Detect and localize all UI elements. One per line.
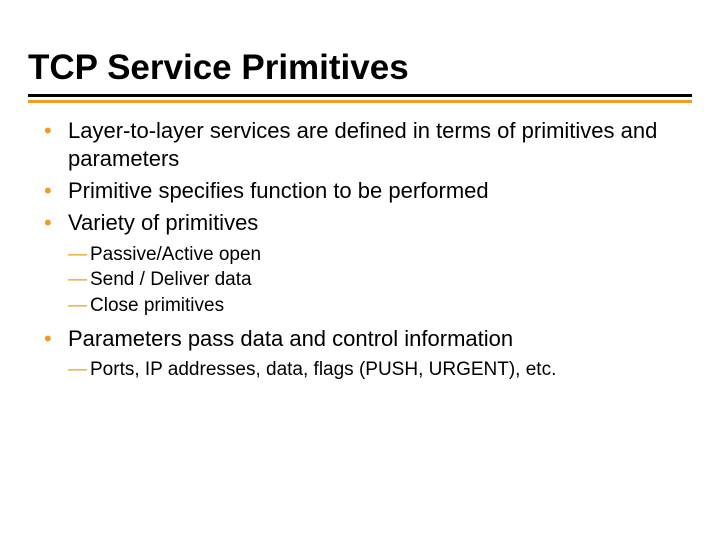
bullet-text: Variety of primitives <box>68 210 258 235</box>
bullet-text: Primitive specifies function to be perfo… <box>68 178 489 203</box>
slide: TCP Service Primitives Layer-to-layer se… <box>0 0 720 540</box>
sub-item: —Close primitives <box>90 293 692 319</box>
bullet-item: Parameters pass data and control informa… <box>68 325 692 383</box>
title-rule-black <box>28 94 692 97</box>
sub-text: Close primitives <box>90 295 224 316</box>
sub-item: —Send / Deliver data <box>90 267 692 293</box>
dash-icon: — <box>68 357 87 383</box>
title-rule-orange <box>28 100 692 103</box>
bullet-item: Layer-to-layer services are defined in t… <box>68 117 692 173</box>
bullet-item: Primitive specifies function to be perfo… <box>68 177 692 205</box>
sub-text: Ports, IP addresses, data, flags (PUSH, … <box>90 359 556 380</box>
dash-icon: — <box>68 293 87 319</box>
sub-item: —Ports, IP addresses, data, flags (PUSH,… <box>90 357 692 383</box>
sub-text: Send / Deliver data <box>90 269 252 290</box>
sub-text: Passive/Active open <box>90 244 261 265</box>
sub-list: —Ports, IP addresses, data, flags (PUSH,… <box>68 357 692 383</box>
slide-title: TCP Service Primitives <box>28 48 692 88</box>
bullet-text: Parameters pass data and control informa… <box>68 326 513 351</box>
dash-icon: — <box>68 267 87 293</box>
bullet-text: Layer-to-layer services are defined in t… <box>68 118 657 171</box>
bullet-item: Variety of primitives —Passive/Active op… <box>68 209 692 318</box>
bullet-list: Layer-to-layer services are defined in t… <box>28 117 692 382</box>
sub-list: —Passive/Active open —Send / Deliver dat… <box>68 242 692 319</box>
sub-item: —Passive/Active open <box>90 242 692 268</box>
dash-icon: — <box>68 242 87 268</box>
